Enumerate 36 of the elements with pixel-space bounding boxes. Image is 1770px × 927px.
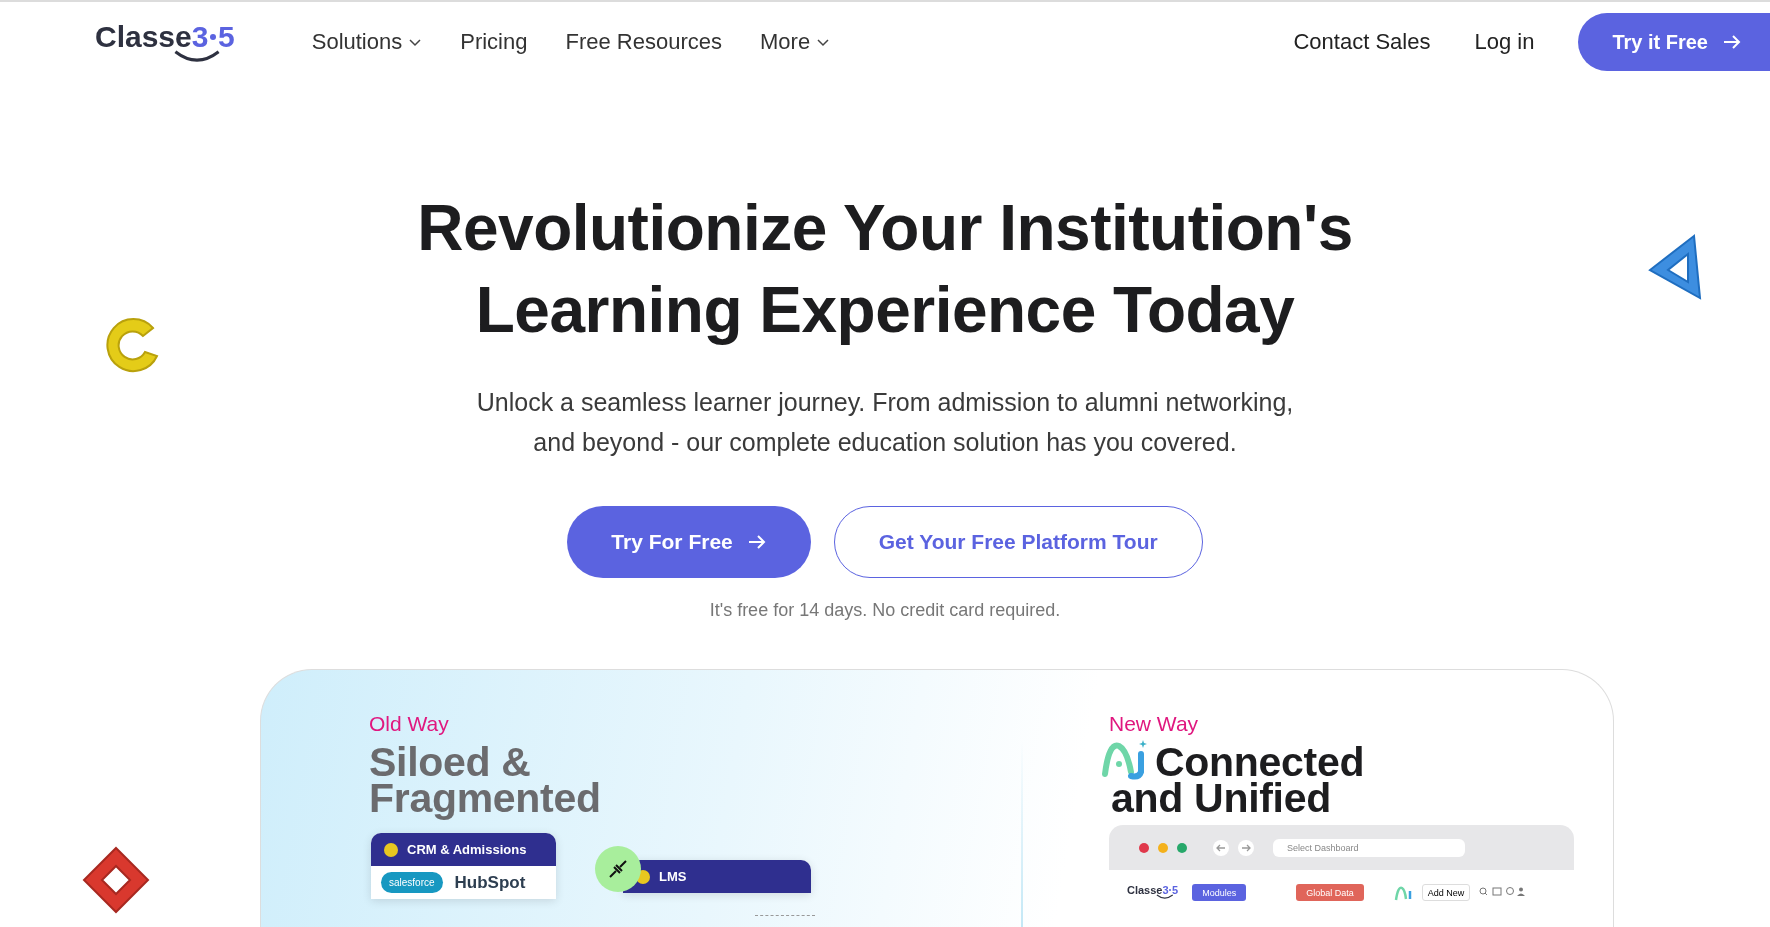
- modules-button[interactable]: Modules: [1192, 884, 1247, 901]
- square-shape-icon: [80, 844, 152, 916]
- address-field: Select Dashboard: [1273, 838, 1465, 857]
- ai-logo-icon: [1393, 884, 1412, 902]
- window-dot-icon: [1139, 842, 1149, 853]
- hero-title: Revolutionize Your Institution's Learning Experience Today: [417, 191, 1353, 348]
- contact-sales-link[interactable]: Contact Sales: [1293, 29, 1431, 55]
- login-link[interactable]: Log in: [1474, 29, 1535, 55]
- nav-link[interactable]: Pricing: [441, 29, 547, 55]
- nav-menu[interactable]: Solutions: [292, 29, 442, 55]
- logo[interactable]: Classe3 5: [95, 20, 235, 64]
- window-dot-icon: [1158, 842, 1168, 853]
- app-logo: Classe3 5: [1127, 884, 1179, 900]
- cloud-logo: salesforce: [381, 872, 443, 893]
- nav-link[interactable]: Free Resources: [546, 29, 741, 55]
- ai-logo-icon: [1101, 738, 1149, 780]
- brand-logo: HubSpot: [454, 872, 526, 893]
- try-for-free-button[interactable]: Try For Free: [567, 506, 811, 578]
- dashed-connector: [755, 915, 815, 916]
- section-title: Connected: [1155, 744, 1365, 780]
- card-title: CRM & Admissions: [407, 842, 527, 857]
- section-eyebrow: New Way: [1109, 712, 1199, 736]
- nav-menu[interactable]: More: [741, 29, 850, 55]
- arrow-right-icon: [746, 533, 767, 551]
- hero-subtitle: Unlock a seamless learner journey. From admission to alumni networking, and beyond - our complete education solution has you covered.: [476, 387, 1294, 458]
- module-icon: [383, 841, 399, 858]
- try-free-button[interactable]: Try it Free: [1578, 13, 1770, 71]
- trial-note: It's free for 14 days. No credit card required.: [709, 600, 1061, 621]
- card-title: LMS: [659, 869, 687, 884]
- toolbar-icons-drawing: [1478, 886, 1527, 897]
- section-title-continued: and Unified: [1111, 780, 1331, 816]
- arrow-right-icon: [1722, 33, 1742, 51]
- add-new-button[interactable]: Add New: [1421, 884, 1471, 901]
- section-eyebrow: Old Way: [369, 712, 449, 736]
- window-dot-icon: [1177, 842, 1187, 853]
- platform-tour-button[interactable]: Get Your Free Platform Tour: [833, 506, 1203, 578]
